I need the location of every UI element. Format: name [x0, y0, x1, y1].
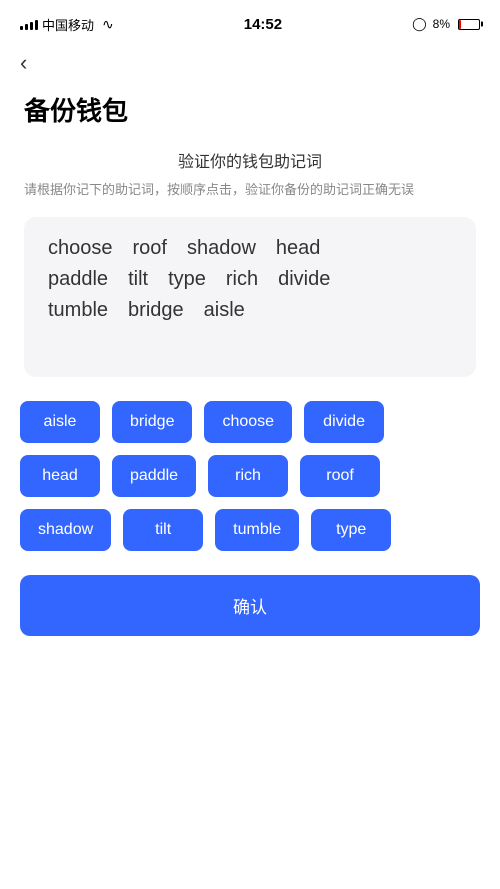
word-row-3: tumble bridge aisle: [48, 299, 452, 322]
battery-icon: [456, 19, 480, 30]
confirm-button[interactable]: 确认: [20, 575, 480, 636]
display-word-aisle: aisle: [204, 299, 245, 322]
carrier-label: 中国移动: [42, 15, 94, 34]
word-buttons-section: aisle bridge choose divide head paddle r…: [0, 377, 500, 567]
signal-bars-icon: [20, 18, 38, 30]
status-time: 14:52: [244, 16, 282, 33]
word-display-box: choose roof shadow head paddle tilt type…: [24, 217, 476, 377]
word-btn-divide[interactable]: divide: [304, 401, 384, 443]
word-btn-shadow[interactable]: shadow: [20, 509, 111, 551]
back-button[interactable]: ‹: [20, 52, 27, 74]
circle-icon: ◯: [412, 16, 427, 32]
display-word-rich: rich: [226, 268, 258, 291]
display-word-type: type: [168, 268, 206, 291]
display-word-divide: divide: [278, 268, 330, 291]
word-btn-tilt[interactable]: tilt: [123, 509, 203, 551]
word-btn-choose[interactable]: choose: [204, 401, 292, 443]
verify-title: 验证你的钱包助记词: [24, 148, 476, 172]
word-buttons-row-2: head paddle rich roof: [20, 455, 480, 497]
word-buttons-row-3: shadow tilt tumble type: [20, 509, 480, 551]
display-word-head: head: [276, 237, 321, 260]
word-row-1: choose roof shadow head: [48, 237, 452, 260]
word-btn-paddle[interactable]: paddle: [112, 455, 196, 497]
verify-description: 请根据你记下的助记词，按顺序点击，验证你备份的助记词正确无误: [24, 180, 476, 201]
display-word-tumble: tumble: [48, 299, 108, 322]
display-word-roof: roof: [133, 237, 167, 260]
word-btn-aisle[interactable]: aisle: [20, 401, 100, 443]
back-arrow-icon: ‹: [20, 52, 27, 74]
word-buttons-row-1: aisle bridge choose divide: [20, 401, 480, 443]
word-row-2: paddle tilt type rich divide: [48, 268, 452, 291]
confirm-section: 确认: [0, 567, 500, 656]
display-word-paddle: paddle: [48, 268, 108, 291]
word-btn-bridge[interactable]: bridge: [112, 401, 192, 443]
display-word-choose: choose: [48, 237, 113, 260]
status-left: 中国移动 ∿: [20, 15, 114, 34]
word-btn-head[interactable]: head: [20, 455, 100, 497]
word-btn-rich[interactable]: rich: [208, 455, 288, 497]
battery-percent: 8%: [433, 17, 450, 31]
status-bar: 中国移动 ∿ 14:52 ◯ 8%: [0, 0, 500, 44]
nav-bar: ‹: [0, 44, 500, 79]
wifi-icon: ∿: [102, 16, 114, 33]
word-btn-tumble[interactable]: tumble: [215, 509, 299, 551]
verify-section: 验证你的钱包助记词 请根据你记下的助记词，按顺序点击，验证你备份的助记词正确无误: [0, 148, 500, 201]
display-word-shadow: shadow: [187, 237, 256, 260]
display-word-bridge: bridge: [128, 299, 184, 322]
word-btn-roof[interactable]: roof: [300, 455, 380, 497]
display-word-tilt: tilt: [128, 268, 148, 291]
page-title: 备份钱包: [0, 79, 500, 148]
word-btn-type[interactable]: type: [311, 509, 391, 551]
status-right: ◯ 8%: [412, 16, 480, 32]
